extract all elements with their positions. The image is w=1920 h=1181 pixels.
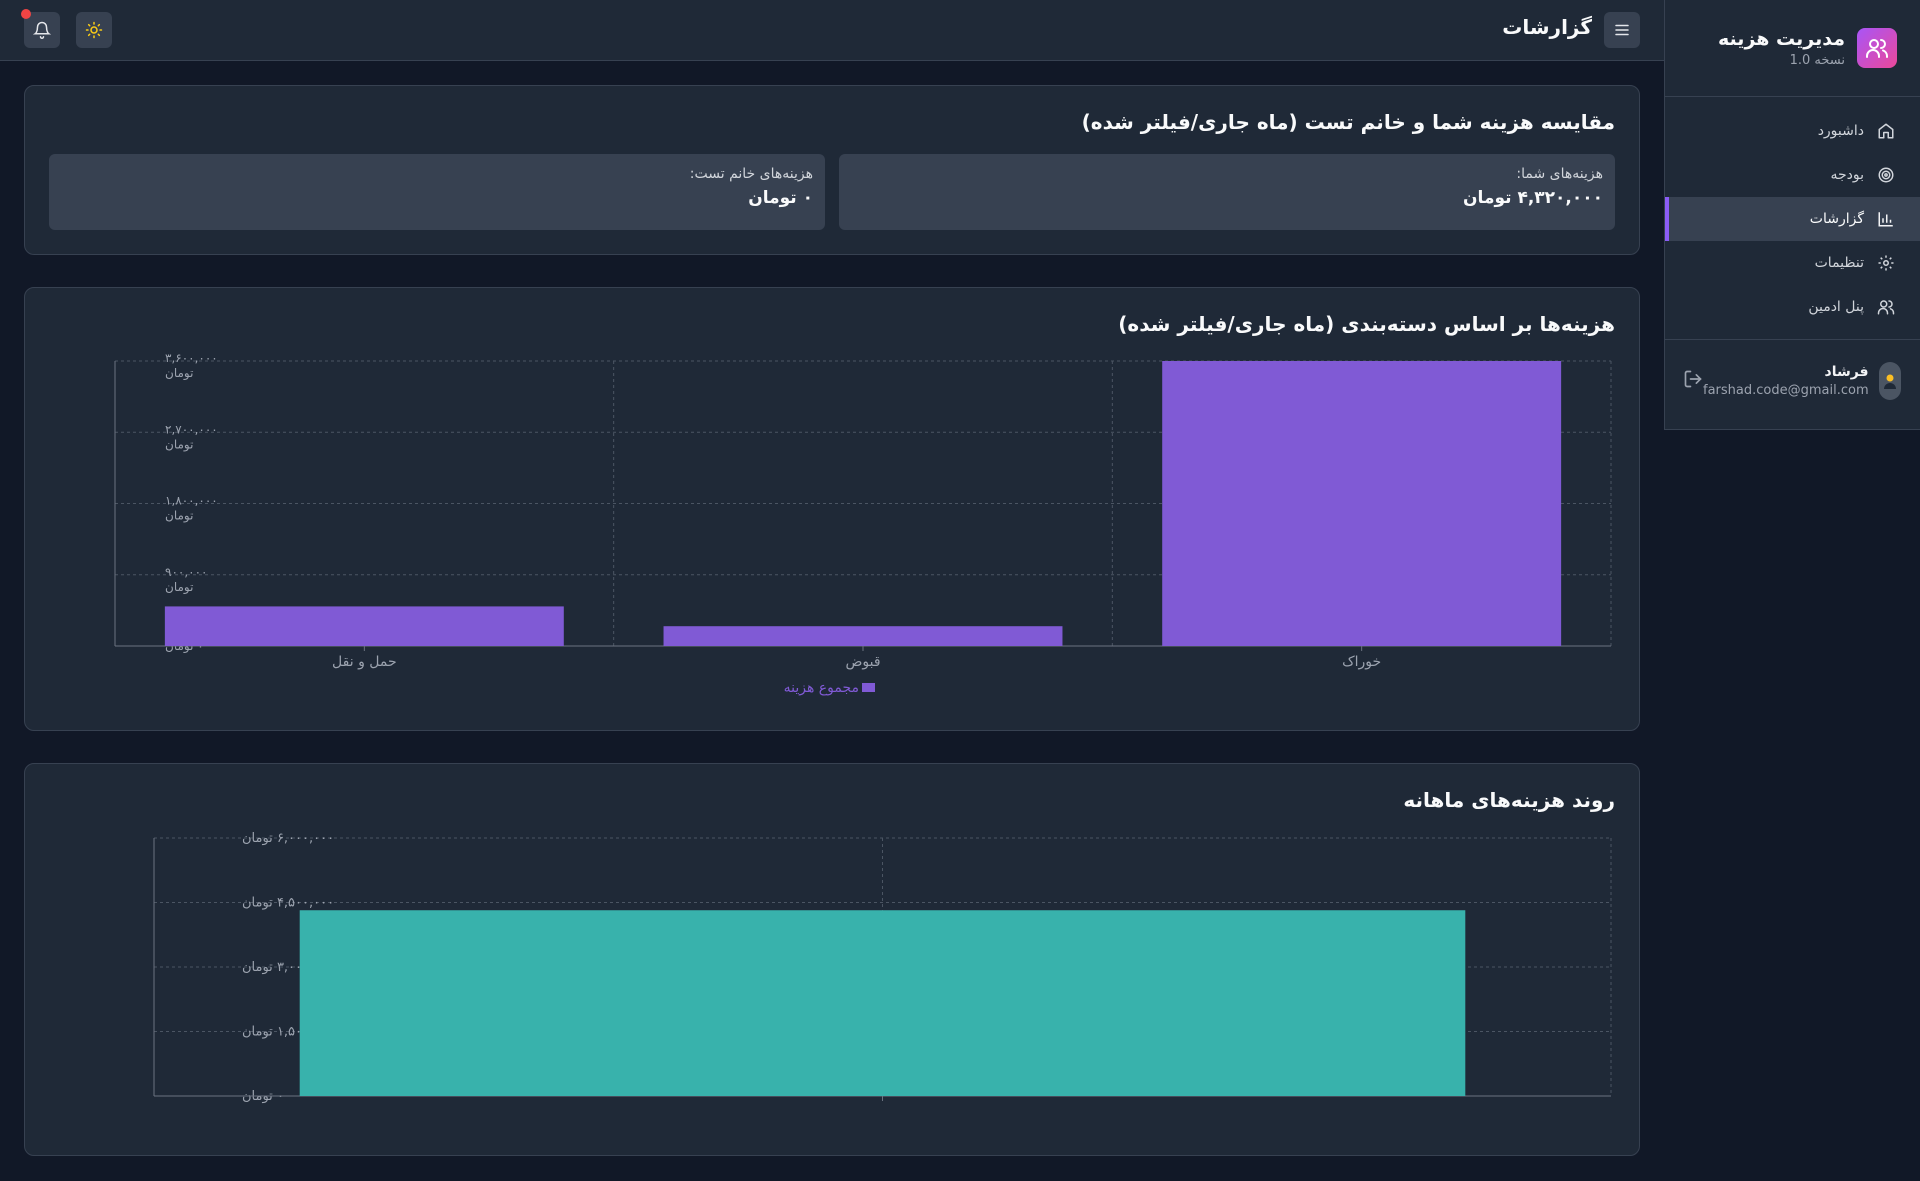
bell-icon: [33, 21, 51, 39]
user-profile: فرشاد farshad.code@gmail.com: [1665, 340, 1920, 400]
home-icon: [1876, 121, 1896, 141]
sidebar-item-settings[interactable]: تنظیمات: [1665, 241, 1920, 285]
chart-bar: [1162, 361, 1562, 646]
user-name: فرشاد: [1824, 364, 1869, 380]
theme-toggle-button[interactable]: [76, 12, 112, 48]
sidebar-item-reports[interactable]: گزارشات: [1665, 197, 1920, 241]
sidebar-item-label: داشبورد: [1817, 123, 1864, 139]
monthly-trend-chart: ۰ تومان۱,۵۰۰,۰۰۰ تومان۳,۰۰۰,۰۰۰ تومان۴,۵…: [153, 831, 1612, 1104]
your-expenses-value: ۴,۳۲۰,۰۰۰ تومان: [1463, 188, 1603, 208]
top-header: گزارشات: [0, 0, 1664, 61]
sidebar-item-label: بودجه: [1830, 167, 1864, 183]
sun-icon: [85, 21, 103, 39]
app-title: مدیریت هزینه: [1718, 28, 1845, 50]
other-expenses-label: هزینه‌های خانم تست:: [689, 166, 813, 182]
user-email: farshad.code@gmail.com: [1703, 383, 1869, 398]
users-logo-icon: [1857, 28, 1897, 68]
y-tick-label: ۹۰۰,۰۰۰ تومان: [165, 565, 208, 595]
menu-icon: [1615, 24, 1629, 36]
comparison-title: مقایسه هزینه شما و خانم تست (ماه جاری/فی…: [1081, 110, 1615, 134]
sidebar-item-budget[interactable]: بودجه: [1665, 153, 1920, 197]
bar-chart-icon: [1876, 209, 1896, 229]
category-chart-card: هزینه‌ها بر اساس دسته‌بندی (ماه جاری/فیل…: [24, 287, 1640, 731]
sidebar-item-label: گزارشات: [1809, 211, 1864, 227]
other-expenses-value: ۰ تومان: [748, 188, 813, 208]
other-expenses-box: هزینه‌های خانم تست: ۰ تومان: [49, 154, 825, 230]
sidebar-nav: داشبورد بودجه گزارشات تنظیمات پنل ادمین: [1665, 97, 1920, 329]
page-title: گزارشات: [1502, 15, 1592, 39]
sidebar-item-admin-panel[interactable]: پنل ادمین: [1665, 285, 1920, 329]
logout-icon[interactable]: [1683, 369, 1703, 393]
app-version: نسخه 1.0: [1789, 53, 1845, 68]
legend-label: مجموع هزینه: [784, 680, 859, 696]
chart-bar: [164, 606, 564, 646]
brand: مدیریت هزینه نسخه 1.0: [1665, 0, 1920, 97]
gear-icon: [1876, 253, 1896, 273]
notification-badge: [21, 9, 31, 19]
sidebar: مدیریت هزینه نسخه 1.0 داشبورد بودجه گزار…: [1664, 0, 1920, 430]
y-tick-label: ۱,۸۰۰,۰۰۰ تومان: [165, 494, 218, 524]
target-icon: [1876, 165, 1896, 185]
chart-bar: [299, 910, 1466, 1096]
chart-bar: [663, 626, 1063, 646]
monthly-chart-card: روند هزینه‌های ماهانه ۰ تومان۱,۵۰۰,۰۰۰ ت…: [24, 763, 1640, 1156]
sidebar-item-dashboard[interactable]: داشبورد: [1665, 109, 1920, 153]
menu-button[interactable]: [1604, 12, 1640, 48]
y-tick-label: ۳,۶۰۰,۰۰۰ تومان: [165, 351, 218, 381]
x-tick-label: حمل و نقل: [332, 654, 397, 670]
sidebar-item-label: پنل ادمین: [1808, 299, 1864, 315]
category-chart: ۰ تومان۹۰۰,۰۰۰تومان۱,۸۰۰,۰۰۰تومان۲,۷۰۰,۰…: [114, 351, 1612, 696]
x-tick-label: قبوض: [845, 654, 880, 670]
y-tick-label: ۲,۷۰۰,۰۰۰ تومان: [165, 422, 218, 452]
your-expenses-label: هزینه‌های شما:: [1516, 166, 1603, 182]
users-icon: [1876, 297, 1896, 317]
avatar: [1878, 362, 1901, 400]
comparison-card: مقایسه هزینه شما و خانم تست (ماه جاری/فی…: [24, 85, 1640, 255]
y-tick-label: ۴,۵۰۰,۰۰۰ تومان: [242, 896, 334, 911]
your-expenses-box: هزینه‌های شما: ۴,۳۲۰,۰۰۰ تومان: [839, 154, 1615, 230]
sidebar-item-label: تنظیمات: [1814, 255, 1864, 271]
notifications-button[interactable]: [21, 9, 60, 48]
legend-swatch: [862, 683, 875, 692]
y-tick-label: ۶,۰۰۰,۰۰۰ تومان: [242, 831, 334, 846]
x-tick-label: خوراک: [1342, 654, 1381, 670]
